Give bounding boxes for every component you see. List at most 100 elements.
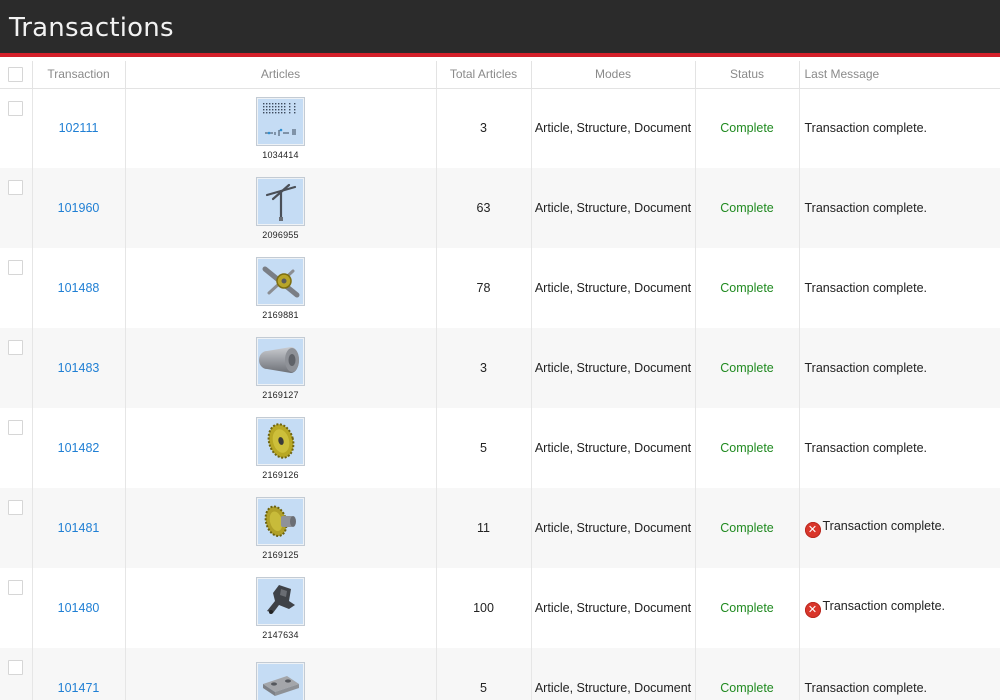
gear-assembly-icon[interactable] (256, 256, 305, 306)
header-total-articles[interactable]: Total Articles (436, 61, 532, 89)
row-checkbox[interactable] (8, 500, 24, 515)
row-checkbox[interactable] (8, 660, 24, 675)
status-cell: Complete (695, 168, 800, 248)
last-message-text: Transaction complete. (804, 441, 928, 455)
transaction-link[interactable]: 101960 (58, 201, 100, 215)
table-row[interactable]: 101960 2096955 63 Article, Structure, Docum… (0, 168, 1000, 248)
cylinder-part-icon[interactable] (256, 336, 305, 386)
transaction-cell: 101960 (32, 168, 126, 248)
last-message-text: Transaction complete. (804, 121, 928, 136)
transaction-cell: 101488 (32, 248, 126, 328)
article-item[interactable]: 2096955 (256, 176, 305, 240)
modes-cell: Article, Structure, Document (531, 248, 696, 328)
select-all-checkbox[interactable] (8, 67, 24, 83)
transaction-cell: 102111 (32, 88, 126, 168)
bracket-part-icon[interactable] (256, 576, 305, 626)
article-id: 2147634 (262, 629, 299, 640)
header-transaction[interactable]: Transaction (32, 61, 126, 89)
modes-cell: Article, Structure, Document (531, 648, 696, 700)
last-message-text: Transaction complete. (804, 361, 928, 375)
total-articles-cell: 5 (436, 408, 532, 488)
row-checkbox[interactable] (8, 580, 24, 595)
transaction-cell: 101481 (32, 488, 126, 568)
last-message-cell: Transaction complete. (799, 648, 1000, 700)
row-select-cell[interactable] (0, 328, 33, 408)
title-bar: Transactions (0, 0, 1000, 57)
article-item[interactable]: 2169881 (256, 256, 305, 320)
header-select-all[interactable] (0, 61, 33, 89)
page-title: Transactions (9, 13, 174, 43)
row-checkbox[interactable] (8, 100, 24, 116)
sprocket-hub-part-icon[interactable] (256, 496, 305, 546)
row-select-cell[interactable] (0, 248, 33, 328)
article-item[interactable]: 2169127 (256, 336, 305, 400)
table-body: 102111 1034414 3 Article, Structure, Docume… (0, 88, 1000, 700)
header-last-message[interactable]: Last Message (799, 61, 1000, 89)
articles-cell: 2169127 (125, 328, 437, 408)
modes-cell: Article, Structure, Document (531, 488, 696, 568)
transaction-link[interactable]: 101481 (58, 521, 100, 535)
header-modes[interactable]: Modes (531, 61, 696, 89)
row-select-cell[interactable] (0, 568, 33, 648)
total-articles-cell: 3 (436, 88, 532, 168)
last-message-cell: ✕ Transaction complete. (799, 488, 1000, 568)
total-articles-cell: 3 (436, 328, 532, 408)
transaction-link[interactable]: 101482 (58, 441, 100, 455)
table-row[interactable]: 101488 2169881 78 Article, Structure, Docum… (0, 248, 1000, 328)
article-item[interactable]: 2169126 (256, 416, 305, 480)
article-id: 2169125 (262, 549, 299, 560)
status-cell: Complete (695, 568, 800, 648)
transaction-link[interactable]: 101471 (58, 681, 100, 695)
article-item[interactable]: 2169125 (256, 496, 305, 560)
table-row[interactable]: 101480 2147634 100 Article, Structure, Docu… (0, 568, 1000, 648)
status-cell: Complete (695, 648, 800, 700)
antenna-part-icon[interactable] (256, 176, 305, 226)
row-select-cell[interactable] (0, 488, 33, 568)
table-row[interactable]: 101481 2169125 11 Article, Structure, Docum… (0, 488, 1000, 568)
header-articles[interactable]: Articles (125, 61, 437, 89)
error-icon[interactable]: ✕ (804, 601, 821, 618)
sprocket-part-icon[interactable] (256, 416, 305, 466)
row-checkbox[interactable] (8, 420, 24, 435)
header-status[interactable]: Status (695, 61, 800, 89)
schematic-drawing-icon[interactable] (256, 96, 305, 146)
error-icon[interactable]: ✕ (804, 521, 821, 538)
last-message-cell: Transaction complete. (799, 248, 1000, 328)
row-checkbox[interactable] (8, 180, 24, 195)
total-articles-cell: 78 (436, 248, 532, 328)
row-select-cell[interactable] (0, 88, 33, 168)
status-cell: Complete (695, 328, 800, 408)
table-row[interactable]: 102111 1034414 3 Article, Structure, Docume… (0, 88, 1000, 168)
table-row[interactable]: 101471 5 Article, Structure, Document Compl… (0, 648, 1000, 700)
row-checkbox[interactable] (8, 260, 24, 275)
modes-cell: Article, Structure, Document (531, 328, 696, 408)
last-message-text: Transaction complete. (822, 518, 946, 533)
status-cell: Complete (695, 88, 800, 168)
transaction-cell: 101471 (32, 648, 126, 700)
total-articles-cell: 11 (436, 488, 532, 568)
article-id: 1034414 (262, 149, 299, 160)
article-item[interactable]: 1034414 (256, 96, 305, 160)
table-row[interactable]: 101482 2169126 5 Article, Structure, Docume… (0, 408, 1000, 488)
article-id: 2169127 (262, 389, 299, 400)
transaction-link[interactable]: 101483 (58, 361, 100, 375)
transaction-link[interactable]: 102111 (59, 121, 99, 135)
last-message-cell: Transaction complete. (799, 408, 1000, 488)
transaction-cell: 101480 (32, 568, 126, 648)
modes-cell: Article, Structure, Document (531, 408, 696, 488)
row-checkbox[interactable] (8, 340, 24, 355)
plate-part-icon[interactable] (256, 661, 305, 700)
article-item[interactable]: 2147634 (256, 576, 305, 640)
article-item[interactable] (256, 661, 305, 700)
modes-cell: Article, Structure, Document (531, 568, 696, 648)
row-select-cell[interactable] (0, 648, 33, 700)
transactions-table: Transaction Articles Total Articles Mode… (0, 61, 1000, 700)
transaction-link[interactable]: 101488 (58, 281, 100, 295)
last-message-text: Transaction complete. (822, 598, 946, 613)
transactions-grid: Transaction Articles Total Articles Mode… (0, 61, 1000, 700)
table-row[interactable]: 101483 2169127 3 Article, Structure, Docume… (0, 328, 1000, 408)
row-select-cell[interactable] (0, 168, 33, 248)
article-id: 2169126 (262, 469, 299, 480)
transaction-link[interactable]: 101480 (58, 601, 100, 615)
row-select-cell[interactable] (0, 408, 33, 488)
